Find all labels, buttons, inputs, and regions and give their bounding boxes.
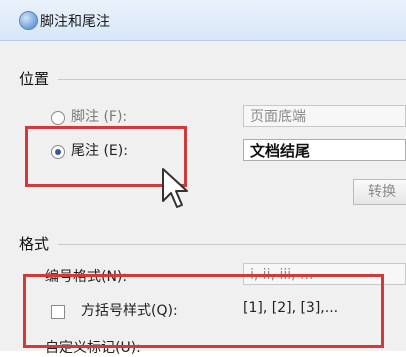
bracket-style-highlight-box [23, 274, 384, 348]
footnote-position-select[interactable]: 页面底端 [243, 105, 406, 127]
format-divider [58, 244, 406, 245]
mouse-pointer-icon [162, 168, 188, 208]
app-circle-icon [19, 11, 38, 30]
footnote-radio[interactable] [51, 111, 65, 125]
footnote-label: 脚注 (F): [71, 109, 128, 125]
title-bar: 脚注和尾注 [0, 0, 406, 41]
location-divider [58, 79, 406, 80]
window-title: 脚注和尾注 [40, 14, 110, 30]
endnote-position-select[interactable]: 文档结尾 [243, 139, 406, 161]
format-section-label: 格式 [19, 235, 50, 253]
location-section-label: 位置 [19, 70, 50, 88]
convert-button[interactable]: 转换 [353, 179, 406, 205]
